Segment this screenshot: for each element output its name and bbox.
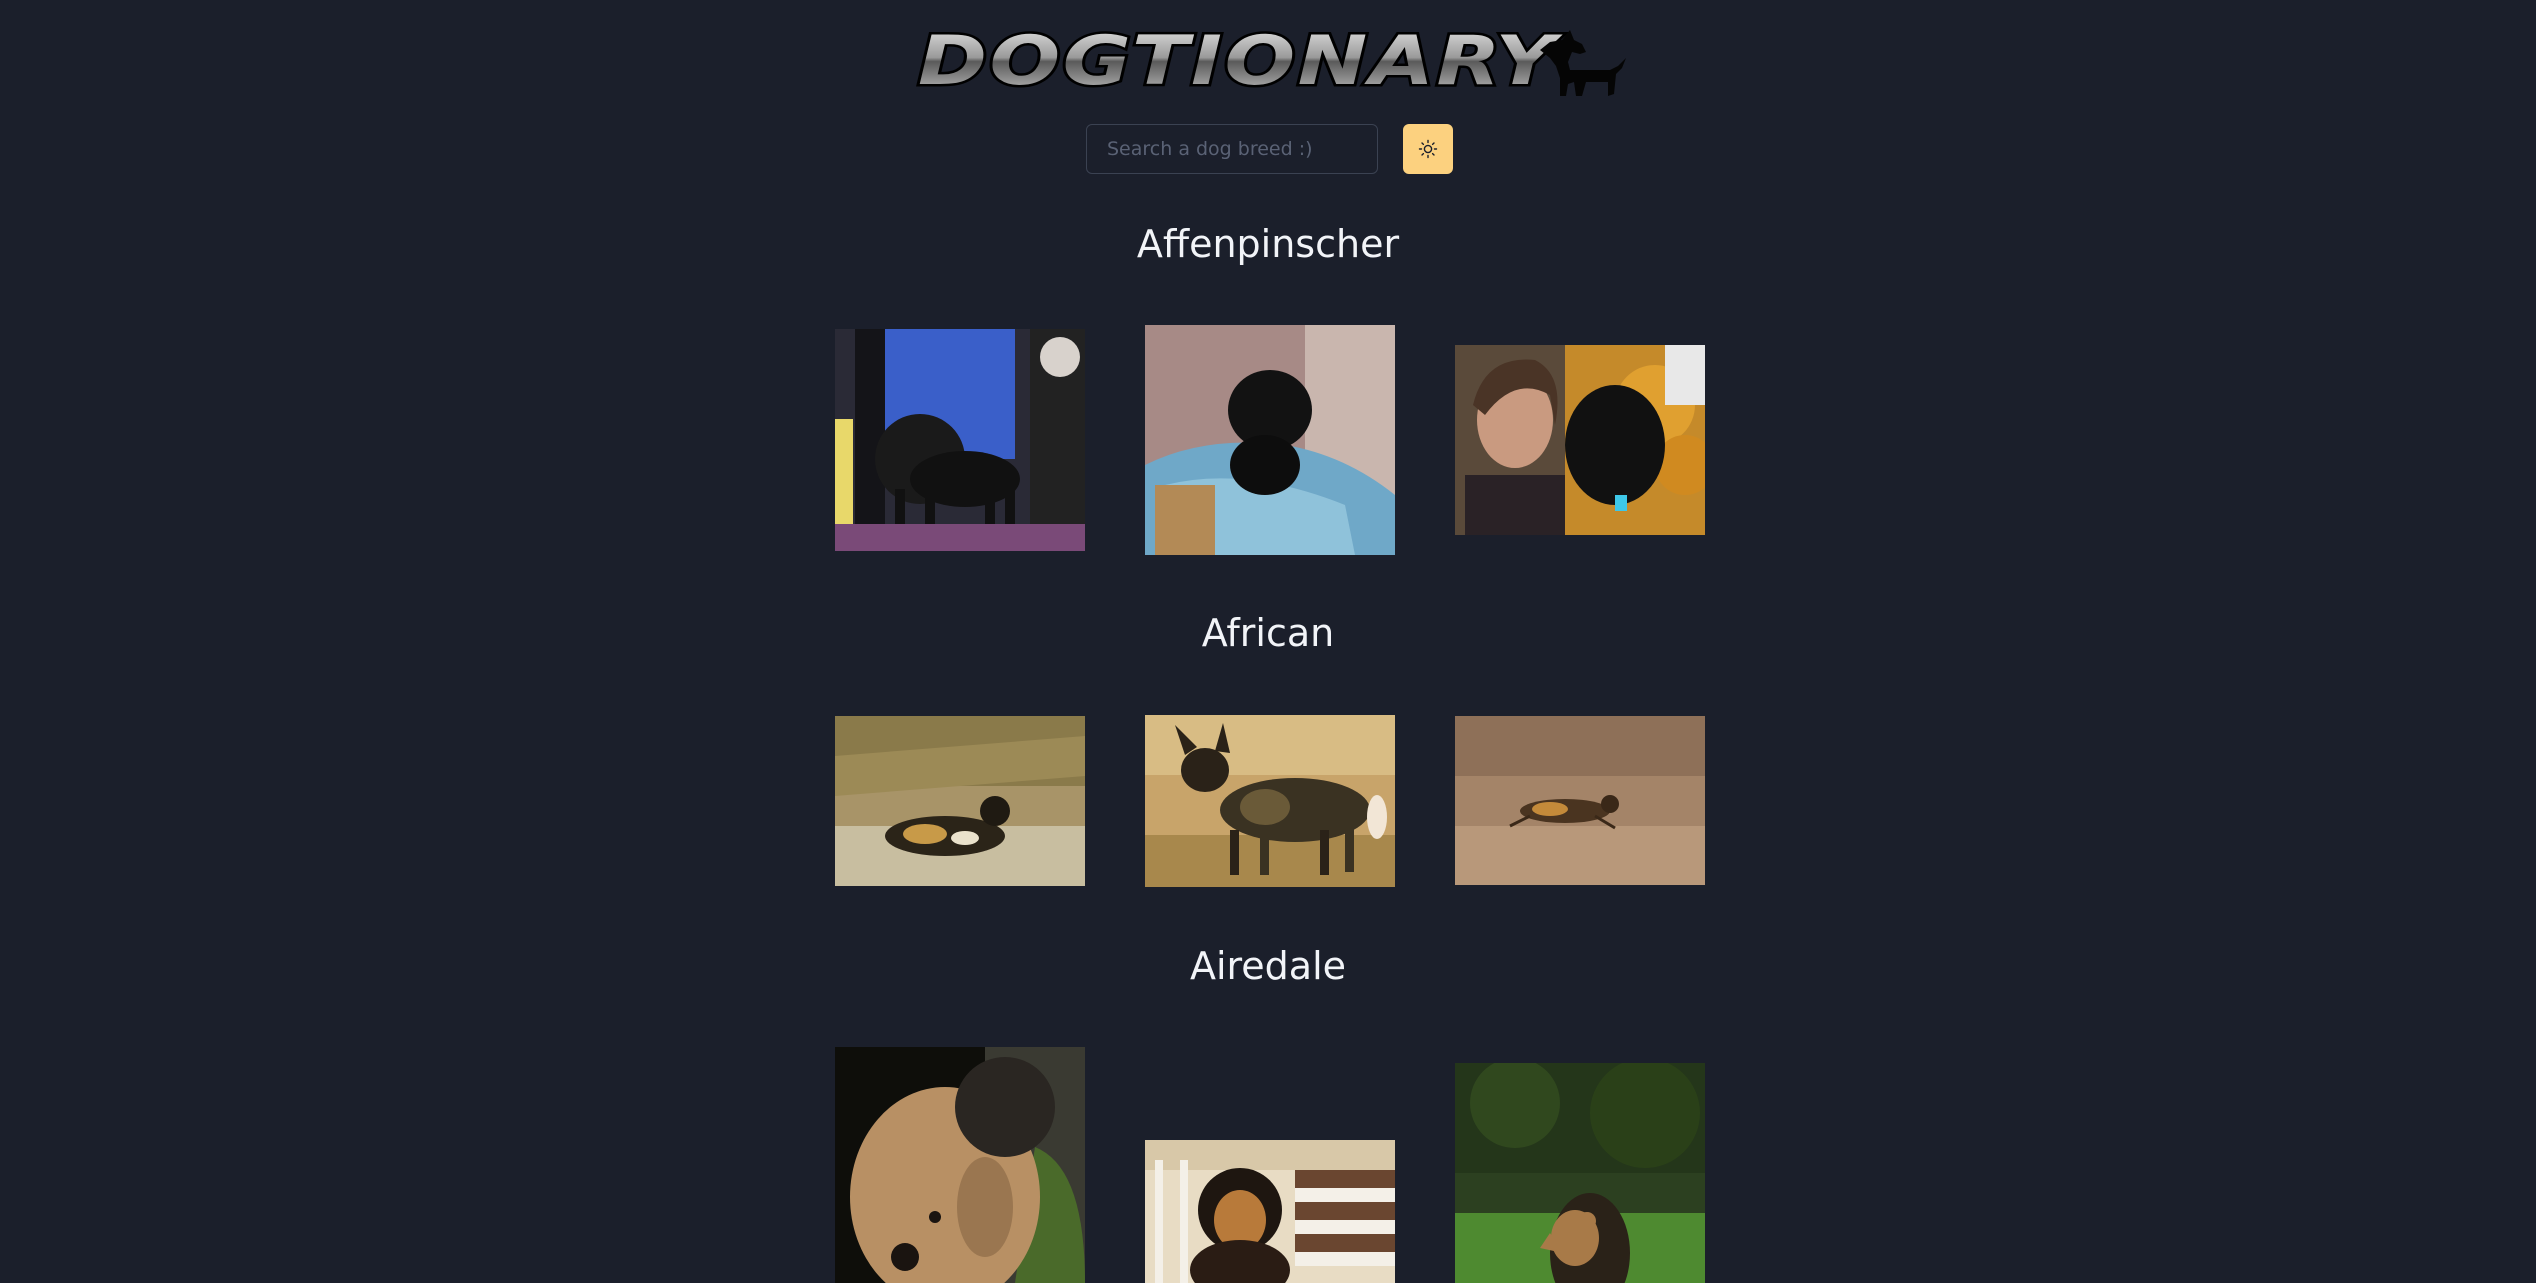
page: DOGTIONARY Search a dog breed:) Affenpi… bbox=[0, 0, 2536, 1283]
breed-photo[interactable] bbox=[1455, 345, 1705, 535]
logo-text: DOGTIONARY bbox=[918, 22, 1564, 101]
breed-title-affenpinscher: Affenpinscher bbox=[1136, 222, 1400, 266]
breed-title-african: African bbox=[1201, 611, 1335, 655]
breed-photo[interactable] bbox=[835, 716, 1085, 886]
breed-search-input[interactable] bbox=[1086, 124, 1378, 174]
theme-toggle-button[interactable] bbox=[1403, 124, 1453, 174]
breed-photo[interactable] bbox=[1145, 1140, 1395, 1283]
breed-title-airedale: Airedale bbox=[1189, 944, 1347, 988]
breed-photo[interactable] bbox=[1145, 325, 1395, 555]
breed-photo[interactable] bbox=[835, 1047, 1085, 1283]
sun-icon bbox=[1418, 139, 1438, 159]
breed-photo[interactable] bbox=[1455, 716, 1705, 885]
breed-photo[interactable] bbox=[835, 329, 1085, 551]
dogtionary-logo: DOGTIONARY bbox=[910, 22, 1630, 102]
breed-photo[interactable] bbox=[1145, 715, 1395, 887]
breed-photo[interactable] bbox=[1455, 1063, 1705, 1283]
